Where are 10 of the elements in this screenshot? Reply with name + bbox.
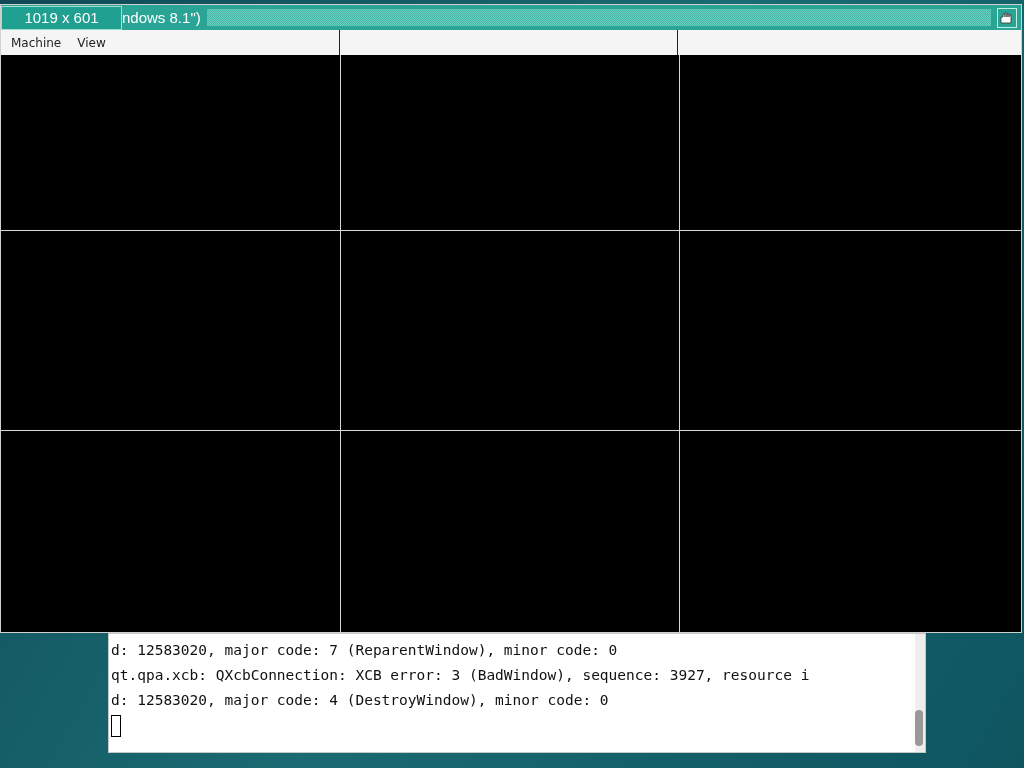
window-title: ndows 8.1") (122, 9, 201, 26)
size-label: 1019 x 601 (1, 5, 122, 30)
text-cursor (111, 715, 121, 737)
menu-item[interactable]: Machine (11, 35, 62, 50)
scrollbar[interactable] (915, 634, 925, 752)
hand-icon[interactable] (997, 7, 1017, 28)
menu-item[interactable]: View (77, 35, 106, 50)
terminal-line: d: 12583020, major code: 4 (DestroyWindow), minor code: 0 (111, 691, 610, 710)
terminal-line: d: 12583020, major code: 7 (ReparentWindow), minor code: 0 (111, 641, 619, 660)
terminal-line: qt.qpa.xcb: QXcbConnection: XCB error: 3 (BadWindow), sequence: 3927, resource i (111, 666, 811, 685)
